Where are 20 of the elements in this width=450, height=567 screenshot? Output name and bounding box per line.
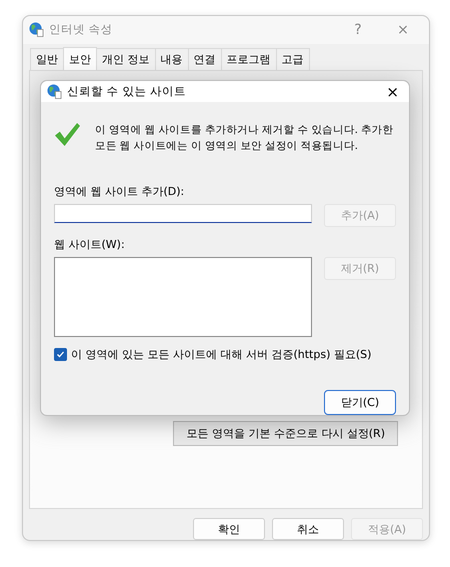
field-label: 영역에 웹 사이트 추가(D): xyxy=(54,184,186,199)
globe-icon xyxy=(29,22,44,38)
globe-icon xyxy=(47,84,62,99)
checkbox-label: 이 영역에 있는 모든 사이트에 대해 서버 검증(https) 필요(S) xyxy=(71,347,372,362)
tab[interactable]: 보안 xyxy=(63,46,97,70)
dialog-title: 신뢰할 수 있는 사이트 xyxy=(67,84,187,99)
website-input-field[interactable] xyxy=(54,204,312,223)
checkmark-icon xyxy=(54,122,81,147)
description-text: 이 영역에 웹 사이트를 추가하거나 제거할 수 있습니다. 추가한 모든 웹 사이트에는 이 영역의 보안 설정이 적용됩니다. xyxy=(95,123,394,154)
reset-zones-button[interactable]: 모든 영역을 기본 수준으로 다시 설정(R) xyxy=(173,421,398,446)
close-button[interactable]: × xyxy=(382,82,403,100)
tab[interactable]: 일반 xyxy=(30,48,64,70)
close-dialog-button[interactable]: 닫기(C) xyxy=(324,390,396,415)
websites-list[interactable] xyxy=(54,257,312,337)
tab[interactable]: 고급 xyxy=(276,48,310,70)
window-title: 인터넷 속성 xyxy=(49,22,114,38)
list-label: 웹 사이트(W): xyxy=(54,237,126,252)
dialog-button[interactable]: 확인 xyxy=(193,518,265,540)
checkbox[interactable] xyxy=(54,348,67,361)
dialog-button[interactable]: 취소 xyxy=(272,518,344,540)
